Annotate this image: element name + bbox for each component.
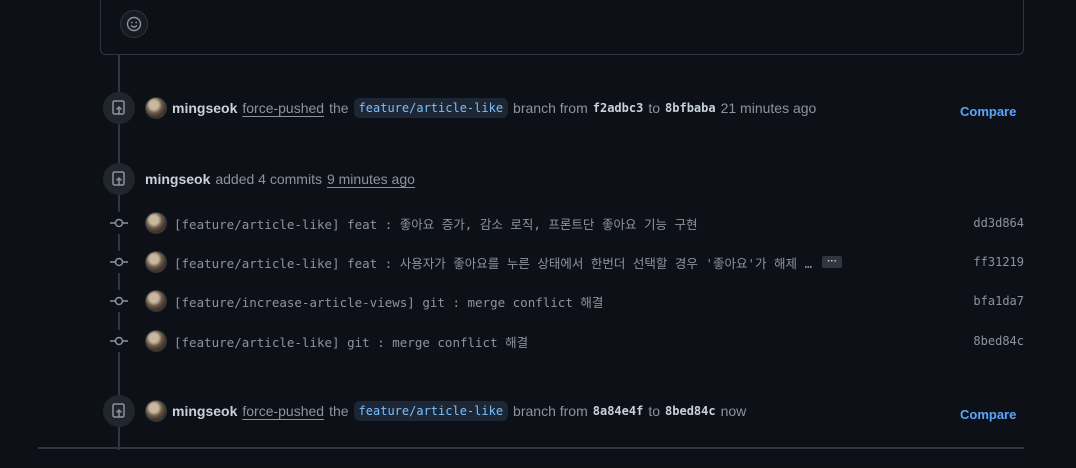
git-commit-icon [108,330,130,352]
event-time[interactable]: 21 minutes ago [721,100,817,116]
compare-button[interactable]: Compare [960,407,1016,422]
avatar[interactable] [145,212,167,234]
branch-name[interactable]: feature/article-like [353,401,509,421]
git-commit-icon [108,290,130,312]
commit-sha[interactable]: 8bed84c [973,334,1024,348]
avatar[interactable] [145,330,167,352]
timeline-event-force-push: mingseok force-pushed the feature/articl… [103,92,816,124]
event-text: branch from [513,100,588,116]
event-author[interactable]: mingseok [145,171,210,187]
git-commit-icon [108,251,130,273]
avatar[interactable] [145,290,167,312]
avatar[interactable] [145,400,167,422]
event-text: to [648,403,661,419]
avatar[interactable] [145,251,167,273]
event-badge [103,395,135,427]
commit-sha[interactable]: bfa1da7 [973,294,1024,308]
event-time[interactable]: 9 minutes ago [327,171,415,187]
to-sha[interactable]: 8bfbaba [665,101,716,115]
from-sha[interactable]: f2adbc3 [593,101,644,115]
commit-row: [feature/increase-article-views] git : m… [108,288,1024,314]
to-sha[interactable]: 8bed84c [665,404,716,418]
comment-box [100,0,1024,55]
commit-message[interactable]: [feature/increase-article-views] git : m… [174,292,603,311]
repo-push-icon [112,171,125,186]
event-text: branch from [513,403,588,419]
event-badge [103,163,135,195]
smiley-icon [126,16,142,32]
timeline-divider [38,447,1024,449]
event-author[interactable]: mingseok [172,403,237,419]
repo-push-icon [112,100,125,115]
event-text: to [648,100,661,116]
event-action-link[interactable]: force-pushed [242,100,324,116]
event-badge [103,92,135,124]
branch-name[interactable]: feature/article-like [353,98,509,118]
repo-push-icon [112,403,125,418]
compare-button[interactable]: Compare [960,104,1016,119]
timeline-event-add-commits: mingseok added 4 commits 9 minutes ago [103,163,415,195]
from-sha[interactable]: 8a84e4f [593,404,644,418]
commit-row: [feature/article-like] git : merge confl… [108,328,1024,354]
commit-row: [feature/article-like] feat : 좋아요 증가, 감소… [108,210,1024,236]
event-action-link[interactable]: force-pushed [242,403,324,419]
event-text: added 4 commits [215,171,322,187]
timeline-event-force-push: mingseok force-pushed the feature/articl… [103,395,746,427]
commit-message[interactable]: [feature/article-like] git : merge confl… [174,332,528,351]
expand-message-button[interactable]: ··· [822,256,843,268]
commit-message[interactable]: [feature/article-like] feat : 좋아요 증가, 감소… [174,214,698,233]
commit-sha[interactable]: dd3d864 [973,216,1024,230]
event-time[interactable]: now [721,403,747,419]
commit-row: [feature/article-like] feat : 사용자가 좋아요를 … [108,249,1024,275]
avatar[interactable] [145,97,167,119]
event-author[interactable]: mingseok [172,100,237,116]
commit-sha[interactable]: ff31219 [973,255,1024,269]
add-reaction-button[interactable] [120,10,148,38]
event-text: the [329,100,349,116]
event-text: the [329,403,349,419]
git-commit-icon [108,212,130,234]
commit-message[interactable]: [feature/article-like] feat : 사용자가 좋아요를 … [174,253,812,272]
